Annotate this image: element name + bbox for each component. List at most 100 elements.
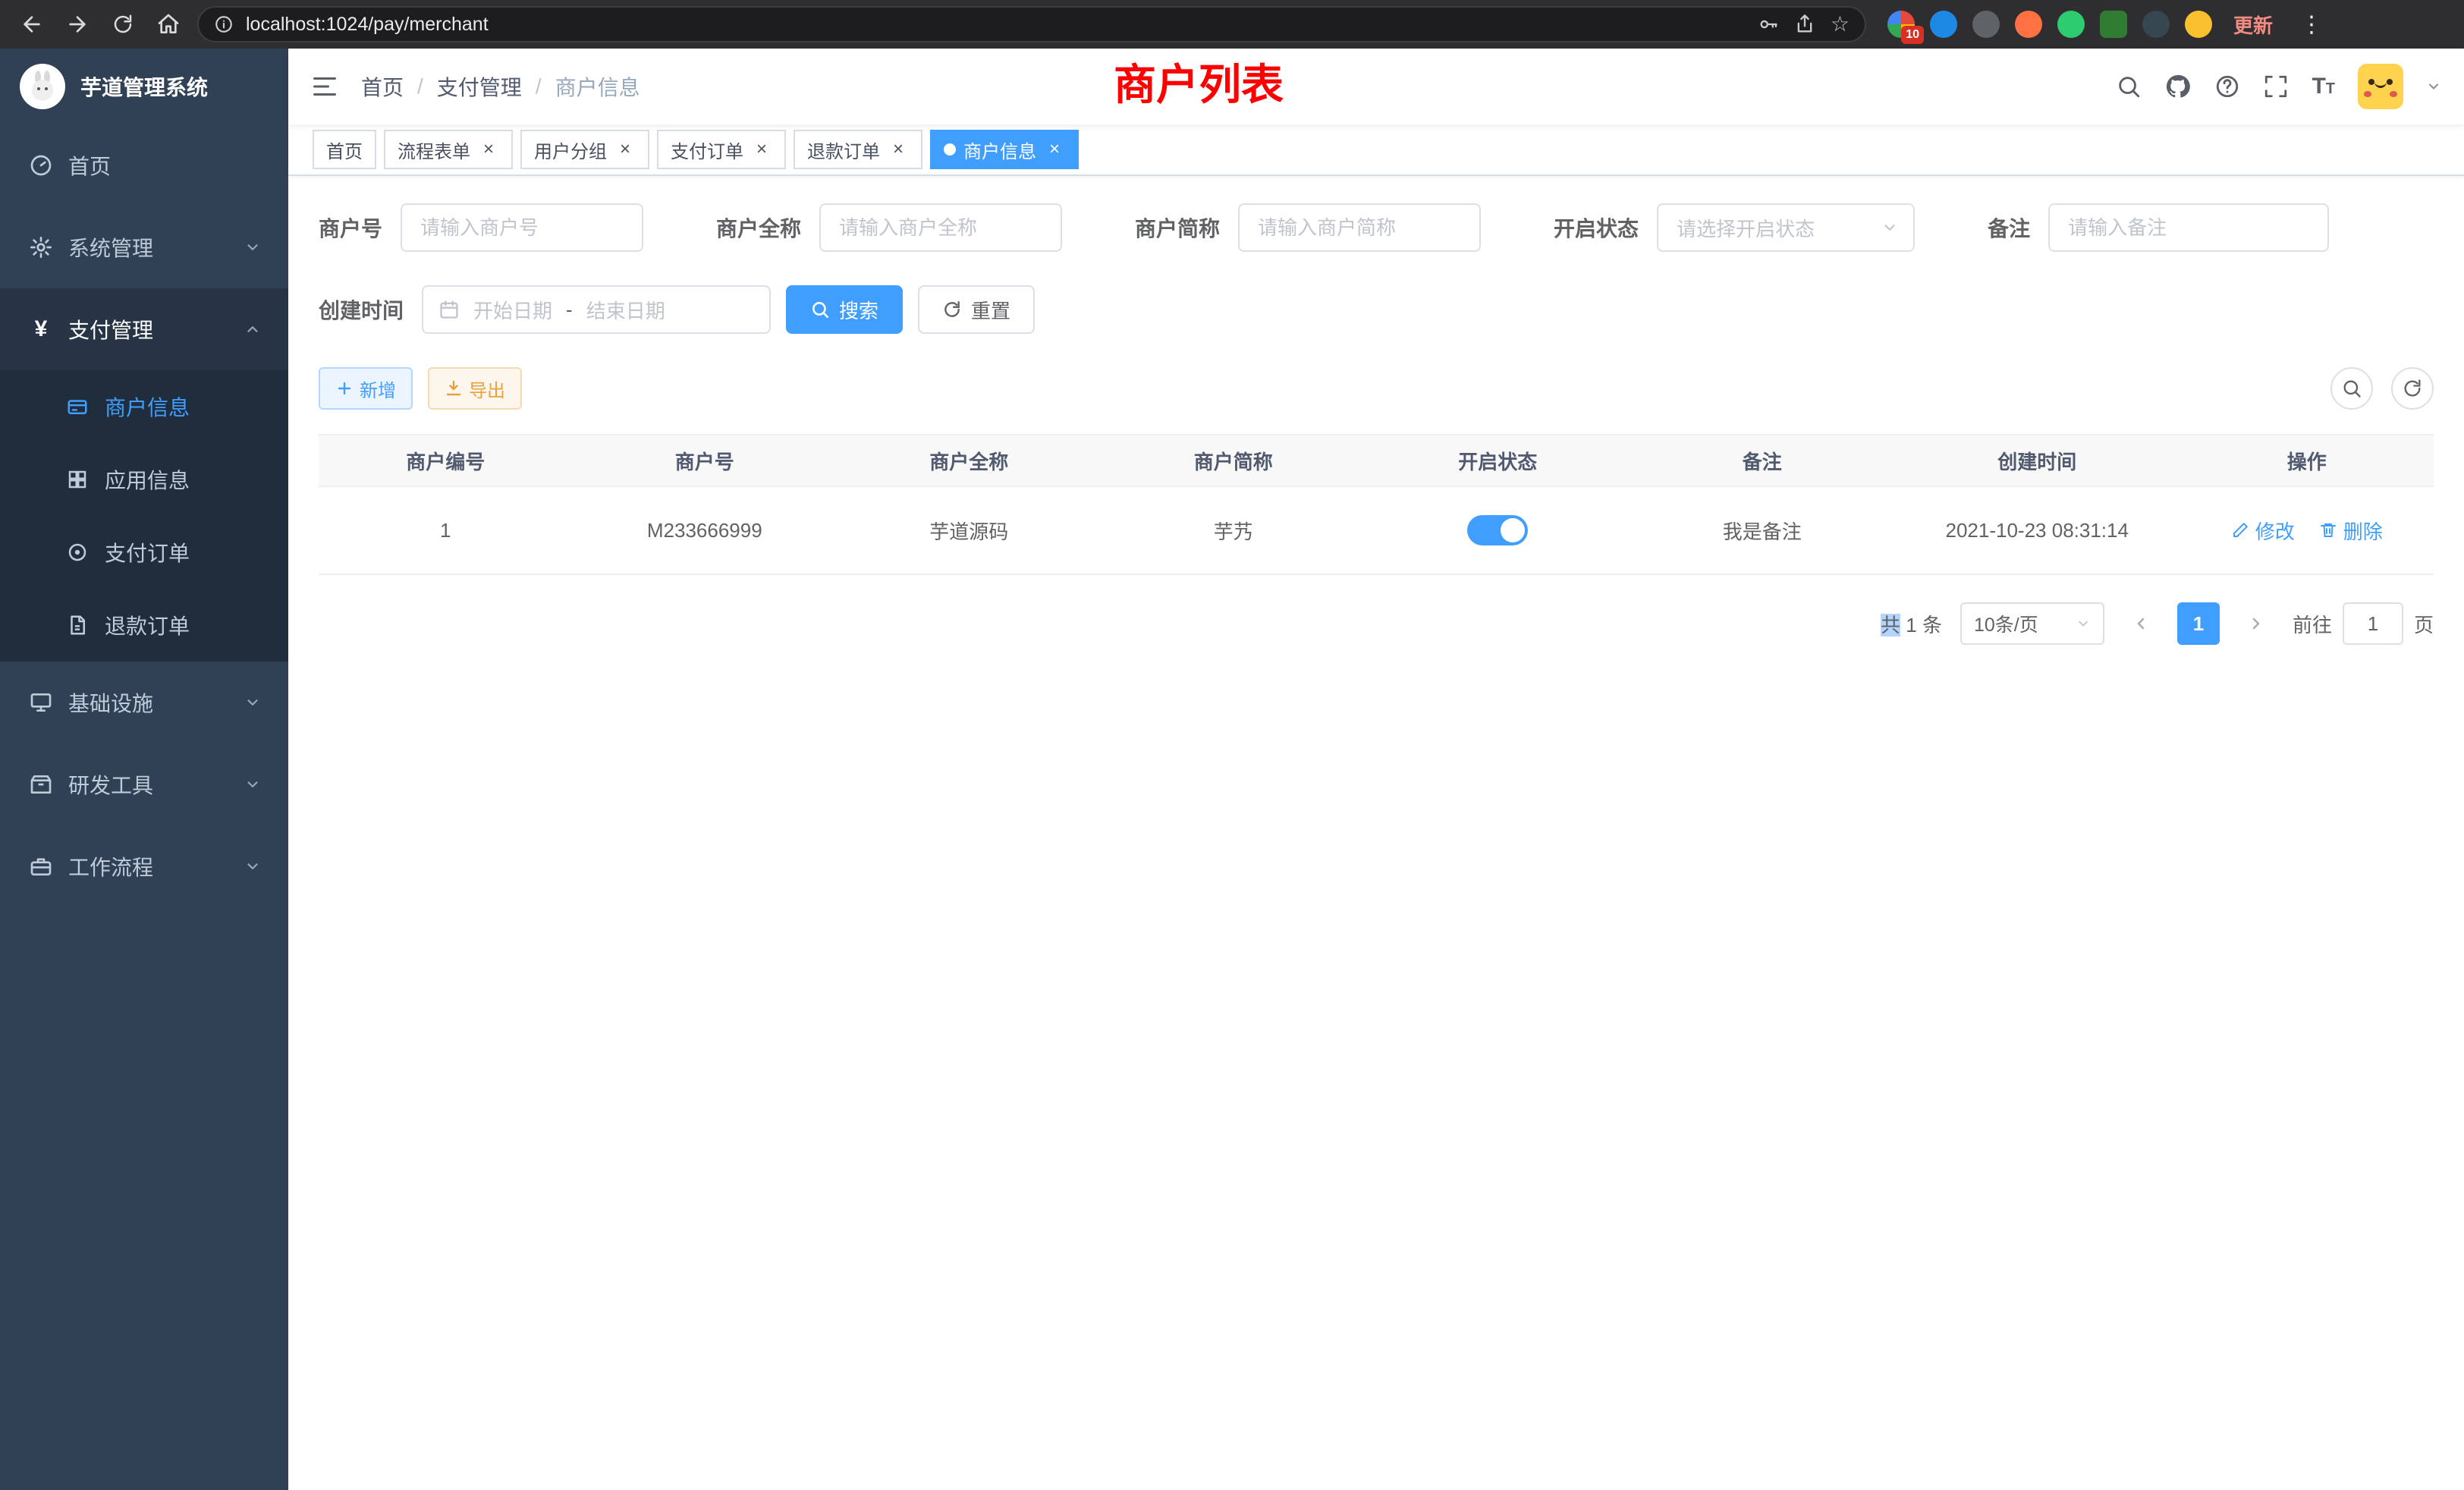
tab-close-icon[interactable]: ×: [751, 139, 772, 160]
end-date-placeholder: 结束日期: [586, 296, 665, 324]
sidebar-item-label: 支付订单: [105, 537, 190, 567]
help-icon[interactable]: [2214, 74, 2240, 99]
cell-merchant-index: 1: [319, 486, 573, 574]
breadcrumb-payment[interactable]: 支付管理: [437, 71, 522, 102]
back-icon[interactable]: [15, 8, 49, 41]
table-row: 1 M233666999 芋道源码 芋艿 我是备注 2021-10-23 08:…: [319, 486, 2434, 574]
github-icon[interactable]: [2164, 73, 2192, 100]
delete-link[interactable]: 删除: [2319, 517, 2383, 545]
cell-remark: 我是备注: [1630, 486, 1895, 574]
sidebar-toggle-icon[interactable]: [288, 73, 361, 100]
sidebar-item-infrastructure[interactable]: 基础设施: [0, 662, 288, 743]
chrome-update-button[interactable]: 更新: [2224, 11, 2282, 39]
full-name-input[interactable]: [819, 203, 1062, 252]
tab-pay-order[interactable]: 支付订单 ×: [657, 130, 786, 169]
share-icon[interactable]: [1794, 14, 1815, 35]
main-area: 首页 / 支付管理 / 商户信息: [288, 49, 2464, 1490]
remark-input[interactable]: [2048, 203, 2329, 252]
sidebar-item-label: 研发工具: [68, 769, 153, 800]
cell-merchant-no: M233666999: [573, 486, 838, 574]
extension-orange-icon[interactable]: [2015, 11, 2042, 38]
breadcrumb-home[interactable]: 首页: [361, 71, 404, 102]
gear-icon: [27, 235, 55, 259]
password-key-icon[interactable]: [1758, 14, 1779, 35]
user-menu-caret-icon[interactable]: [2426, 79, 2441, 94]
sidebar-item-pay-order[interactable]: 支付订单: [0, 516, 288, 589]
font-size-icon[interactable]: TT: [2312, 75, 2335, 98]
sidebar-item-refund-order[interactable]: 退款订单: [0, 589, 288, 662]
sidebar-item-dev-tools[interactable]: 研发工具: [0, 743, 288, 825]
extension-paw-icon[interactable]: [2142, 11, 2170, 38]
tab-user-group[interactable]: 用户分组 ×: [520, 130, 649, 169]
page-size-select[interactable]: 10条/页: [1960, 602, 2104, 645]
col-actions: 操作: [2180, 435, 2434, 486]
tab-label: 支付订单: [671, 137, 743, 163]
user-avatar[interactable]: [2358, 64, 2403, 109]
current-page-button[interactable]: 1: [2177, 602, 2220, 645]
refresh-icon-button[interactable]: [2391, 367, 2434, 410]
status-select[interactable]: 请选择开启状态: [1657, 203, 1915, 252]
url-bar[interactable]: localhost:1024/pay/merchant ☆: [197, 6, 1866, 42]
reload-icon[interactable]: [106, 8, 140, 41]
sidebar-item-merchant-info[interactable]: 商户信息: [0, 370, 288, 443]
tab-close-icon[interactable]: ×: [478, 139, 499, 160]
extension-gray-icon[interactable]: [1972, 11, 2000, 38]
col-short-name: 商户简称: [1102, 435, 1366, 486]
edit-link[interactable]: 修改: [2231, 517, 2295, 545]
extension-grid-icon[interactable]: 10: [1887, 11, 1915, 38]
fullscreen-icon[interactable]: [2263, 74, 2289, 99]
tags-view: 首页 流程表单 × 用户分组 × 支付订单 × 退款订单 ×: [288, 124, 2464, 176]
tab-close-icon[interactable]: ×: [614, 139, 636, 160]
sidebar-item-payment[interactable]: ¥ 支付管理: [0, 288, 288, 370]
add-button[interactable]: 新增: [319, 367, 413, 410]
status-select-placeholder: 请选择开启状态: [1677, 214, 1815, 242]
create-time-range-picker[interactable]: 开始日期 - 结束日期: [422, 285, 771, 334]
toggle-search-icon-button[interactable]: [2330, 367, 2373, 410]
browser-menu-icon[interactable]: ⋮: [2294, 11, 2329, 38]
sidebar: 芋道管理系统 首页 系统管理: [0, 49, 288, 1490]
sidebar-item-system[interactable]: 系统管理: [0, 206, 288, 288]
home-icon[interactable]: [152, 8, 185, 41]
sidebar-item-app-info[interactable]: 应用信息: [0, 443, 288, 516]
tab-merchant-info[interactable]: 商户信息 ×: [930, 130, 1079, 169]
reset-button[interactable]: 重置: [918, 285, 1035, 334]
chevron-down-icon: [2076, 616, 2091, 631]
sidebar-item-label: 工作流程: [68, 851, 153, 882]
tab-process-form[interactable]: 流程表单 ×: [384, 130, 513, 169]
profile-avatar-icon[interactable]: [2185, 11, 2212, 38]
pagination-total-selected: 共: [1881, 614, 1900, 637]
tab-close-icon[interactable]: ×: [1044, 139, 1065, 160]
extension-doc-icon[interactable]: [2100, 11, 2127, 38]
tab-refund-order[interactable]: 退款订单 ×: [794, 130, 922, 169]
logo-avatar: [20, 64, 65, 109]
sidebar-item-label: 基础设施: [68, 687, 153, 718]
prev-page-button[interactable]: [2123, 602, 2159, 645]
bookmark-star-icon[interactable]: ☆: [1831, 14, 1850, 35]
next-page-button[interactable]: [2238, 602, 2274, 645]
delete-link-label: 删除: [2343, 517, 2383, 545]
sidebar-item-workflow[interactable]: 工作流程: [0, 825, 288, 907]
sidebar-menu: 首页 系统管理 ¥ 支付管理: [0, 124, 288, 907]
sidebar-item-label: 应用信息: [105, 464, 190, 495]
tab-label: 用户分组: [534, 137, 607, 163]
extension-badge: 10: [1901, 26, 1924, 44]
merchant-no-input[interactable]: [401, 203, 643, 252]
calendar-icon: [438, 299, 460, 320]
status-toggle[interactable]: [1467, 515, 1528, 545]
short-name-input[interactable]: [1238, 203, 1481, 252]
site-info-icon[interactable]: [214, 14, 234, 34]
sidebar-item-home[interactable]: 首页: [0, 124, 288, 206]
pagination: 共 1 条 10条/页 1: [319, 602, 2434, 645]
search-button[interactable]: 搜索: [786, 285, 903, 334]
extension-green-icon[interactable]: [2057, 11, 2085, 38]
search-icon[interactable]: [2116, 74, 2142, 99]
sidebar-logo[interactable]: 芋道管理系统: [0, 49, 288, 124]
chevron-down-icon: [244, 694, 261, 711]
monitor-icon: [27, 690, 55, 715]
extension-blue-icon[interactable]: [1930, 11, 1957, 38]
goto-page-input[interactable]: [2343, 602, 2403, 645]
tab-close-icon[interactable]: ×: [888, 139, 909, 160]
forward-icon[interactable]: [61, 8, 94, 41]
export-button[interactable]: 导出: [428, 367, 522, 410]
tab-home[interactable]: 首页: [313, 130, 376, 169]
